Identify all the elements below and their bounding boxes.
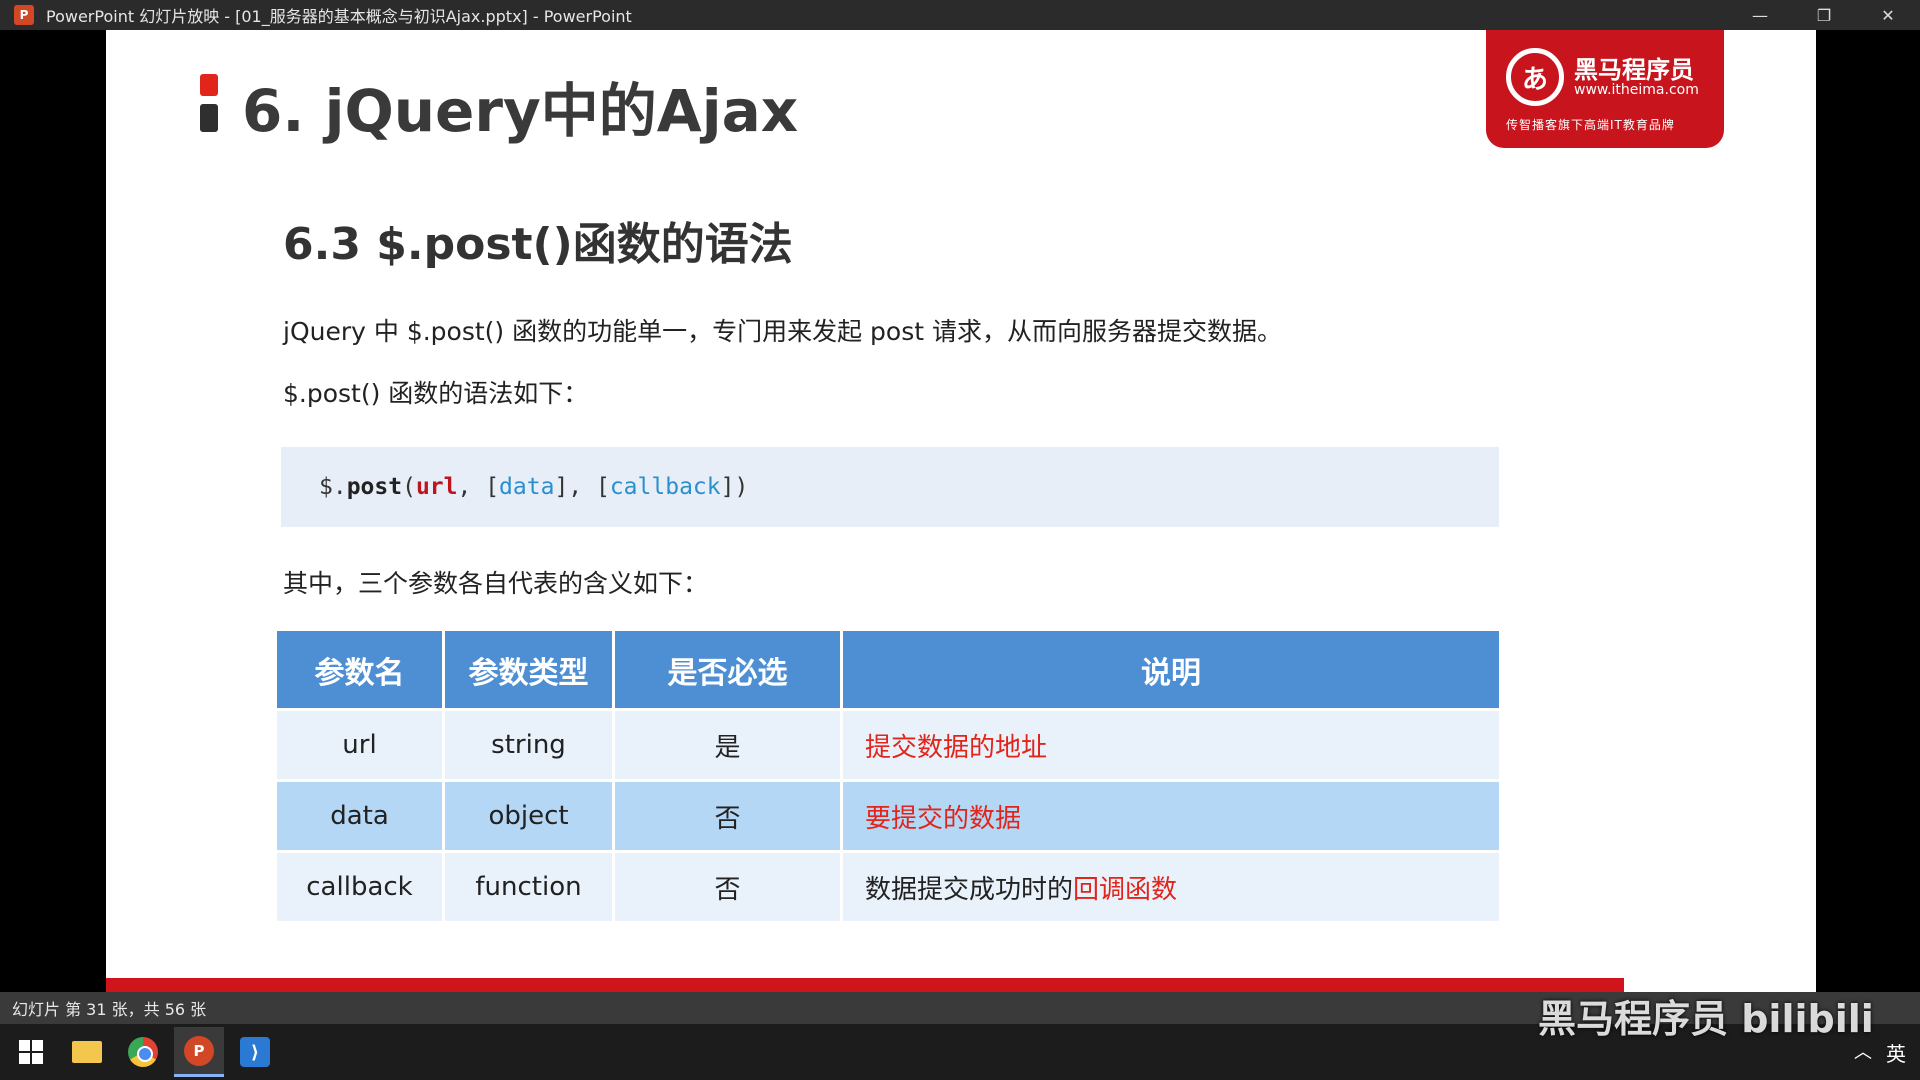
header-cell: 参数类型 [445, 631, 615, 711]
desc-highlight: 要提交的数据 [865, 803, 1022, 834]
header-cell: 是否必选 [615, 631, 843, 711]
param-type-cell: object [445, 782, 615, 853]
code-close: ]) [720, 474, 749, 500]
code-method: post [346, 474, 403, 500]
param-name-cell: data [277, 782, 445, 853]
file-explorer-button[interactable] [62, 1027, 112, 1077]
code-prefix: $. [319, 474, 347, 500]
folder-icon [72, 1041, 102, 1063]
video-watermark: 黑马程序员 bilibili [1538, 997, 1874, 1041]
param-required-cell: 否 [615, 782, 843, 853]
logo-tagline: 传智播客旗下高端IT教育品牌 [1506, 118, 1675, 132]
restore-button[interactable]: ❐ [1792, 0, 1856, 30]
input-method-indicator[interactable]: 英 [1886, 1038, 1906, 1067]
table-header-row: 参数名 参数类型 是否必选 说明 [277, 631, 1499, 711]
code-open: ( [402, 474, 416, 500]
param-desc-cell: 提交数据的地址 [843, 711, 1499, 782]
param-type-cell: string [445, 711, 615, 782]
start-button[interactable] [6, 1027, 56, 1077]
chrome-button[interactable] [118, 1027, 168, 1077]
footer-band [106, 978, 1624, 992]
slide[interactable]: 6. jQuery中的Ajax あ 黑马程序员 www.itheima.com … [106, 30, 1816, 992]
param-required-cell: 否 [615, 853, 843, 924]
window-title: PowerPoint 幻灯片放映 - [01_服务器的基本概念与初识Ajax.p… [46, 7, 632, 26]
intro-paragraph: jQuery 中 $.post() 函数的功能单一，专门用来发起 post 请求… [283, 317, 1283, 346]
code-callback-param: callback [609, 474, 721, 500]
window-titlebar: P PowerPoint 幻灯片放映 - [01_服务器的基本概念与初识Ajax… [0, 0, 1920, 30]
param-table: 参数名 参数类型 是否必选 说明 url string 是 提交数据的地址 da… [277, 631, 1499, 924]
desc-plain: 数据提交成功时的 [865, 874, 1074, 905]
slide-title: 6. jQuery中的Ajax [242, 77, 799, 145]
logo-name: 黑马程序员 [1574, 56, 1694, 84]
table-row: callback function 否 数据提交成功时的 回调函数 [277, 853, 1499, 924]
code-block: $. post(url, [data], [callback]) [281, 447, 1499, 527]
title-marker-icon [200, 74, 218, 132]
minimize-button[interactable]: — [1728, 0, 1792, 30]
slide-counter: 幻灯片 第 31 张，共 56 张 [12, 1000, 207, 1019]
table-row: data object 否 要提交的数据 [277, 782, 1499, 853]
powerpoint-taskbar-button[interactable]: P [174, 1027, 224, 1077]
close-button[interactable]: ✕ [1856, 0, 1920, 30]
vscode-button[interactable]: ⟩ [230, 1027, 280, 1077]
code-data-param: data [499, 474, 555, 500]
param-type-cell: function [445, 853, 615, 924]
code-sep1: , [ [457, 474, 500, 500]
logo-url: www.itheima.com [1574, 82, 1699, 98]
param-name-cell: url [277, 711, 445, 782]
header-cell: 说明 [843, 631, 1499, 711]
header-cell: 参数名 [277, 631, 445, 711]
code-sep2: ], [ [554, 474, 610, 500]
param-required-cell: 是 [615, 711, 843, 782]
powerpoint-icon: P [14, 5, 34, 25]
section-heading: 6.3 $.post()函数的语法 [283, 219, 793, 270]
windows-icon [19, 1040, 43, 1064]
params-paragraph: 其中，三个参数各自代表的含义如下： [283, 569, 709, 598]
chrome-icon [128, 1037, 158, 1067]
window-controls: — ❐ ✕ [1728, 0, 1920, 30]
param-desc-cell: 要提交的数据 [843, 782, 1499, 853]
desc-highlight: 回调函数 [1073, 874, 1178, 905]
param-name-cell: callback [277, 853, 445, 924]
syntax-paragraph: $.post() 函数的语法如下： [283, 379, 589, 408]
horse-logo-icon: あ [1506, 48, 1564, 106]
vscode-icon: ⟩ [240, 1037, 270, 1067]
desc-highlight: 提交数据的地址 [865, 732, 1048, 763]
table-row: url string 是 提交数据的地址 [277, 711, 1499, 782]
code-url-param: url [415, 474, 458, 500]
powerpoint-icon: P [184, 1035, 214, 1066]
param-desc-cell: 数据提交成功时的 回调函数 [843, 853, 1499, 924]
brand-logo: あ 黑马程序员 www.itheima.com 传智播客旗下高端IT教育品牌 [1486, 30, 1724, 148]
